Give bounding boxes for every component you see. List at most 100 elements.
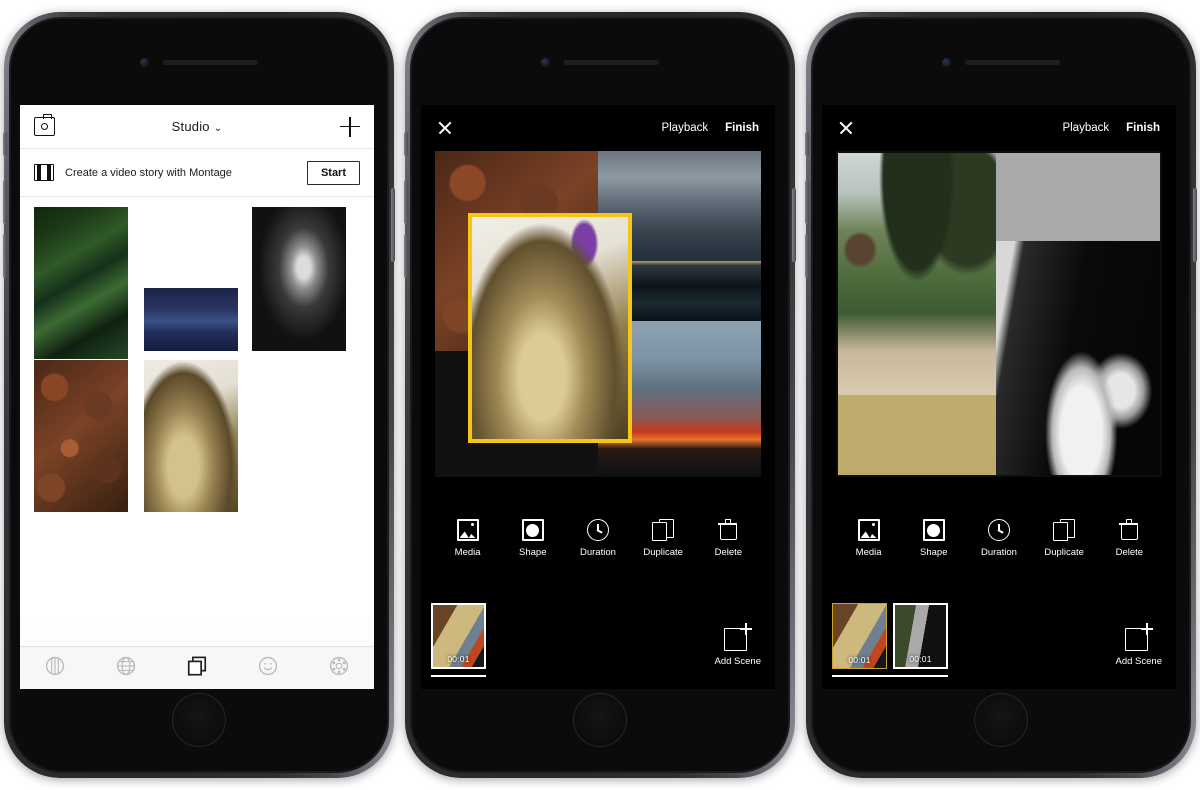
editor-canvas-3[interactable] [836, 151, 1162, 477]
screenshot-stage: Studio ⌄ Create a video story with Montag… [0, 0, 1200, 790]
tool-delete-2[interactable]: Delete [702, 519, 754, 558]
tool-duration-2[interactable]: Duration [572, 519, 624, 558]
volume-down-button-3[interactable] [805, 234, 809, 278]
volume-up-button-3[interactable] [805, 180, 809, 224]
editor-canvas-2[interactable] [435, 151, 761, 477]
sidebar-item-tab-studio[interactable] [186, 655, 208, 682]
scene-list-2: 00:01 [431, 603, 486, 669]
canvas-cell-hummingbird[interactable] [996, 241, 1160, 475]
circle-columns-icon [46, 656, 65, 675]
gallery-item-brown-bark[interactable] [34, 360, 128, 512]
tool-label-media: Media [855, 547, 882, 558]
front-camera-speaker-1 [140, 57, 258, 67]
layers-icon [187, 656, 207, 676]
power-button-1[interactable] [391, 188, 395, 262]
tool-label-duplicate: Duplicate [1044, 547, 1084, 558]
sidebar-item-tab-discover[interactable] [115, 655, 137, 682]
add-scene-label: Add Scene [714, 656, 761, 667]
home-button-2[interactable] [573, 693, 627, 747]
tool-duplicate-3[interactable]: Duplicate [1038, 519, 1090, 558]
volume-down-button-2[interactable] [404, 234, 408, 278]
editor-header-3: Playback Finish [822, 105, 1176, 151]
image-icon [456, 519, 479, 541]
page-title[interactable]: Studio ⌄ [20, 119, 374, 134]
scene-duration-label: 00:01 [447, 654, 470, 664]
tool-duration-3[interactable]: Duration [973, 519, 1025, 558]
power-button-3[interactable] [1193, 188, 1197, 262]
selected-photo-frame[interactable] [468, 213, 632, 443]
silent-switch-3[interactable] [805, 132, 809, 156]
silent-switch-2[interactable] [404, 132, 408, 156]
add-scene-button-2[interactable]: Add Scene [715, 623, 761, 667]
volume-up-button-1[interactable] [3, 180, 7, 224]
scene-underline-3 [832, 675, 948, 677]
tool-media-2[interactable]: Media [442, 519, 494, 558]
smiley-icon [258, 656, 277, 675]
front-camera-icon [541, 57, 550, 67]
add-square-plus-icon [723, 623, 752, 651]
canvas-cell-forest-overlook[interactable] [838, 153, 996, 395]
canvas-cell-gray-block[interactable] [996, 153, 1160, 241]
phone-screen-bezel-2: Playback Finish Media Shape Duration Dup… [410, 17, 790, 773]
image-icon [857, 519, 880, 541]
playback-button[interactable]: Playback [661, 122, 708, 134]
chevron-down-icon: ⌄ [213, 123, 223, 134]
playback-button[interactable]: Playback [1062, 122, 1109, 134]
finish-button[interactable]: Finish [1126, 122, 1160, 134]
studio-header: Studio ⌄ [20, 105, 374, 149]
volume-down-button-1[interactable] [3, 234, 7, 278]
tool-label-duration: Duration [981, 547, 1017, 558]
bottom-tab-bar [20, 646, 374, 689]
sidebar-item-tab-explore[interactable] [328, 655, 350, 682]
editor-header-2: Playback Finish [421, 105, 775, 151]
trash-icon [1118, 519, 1140, 541]
canvas-cell-khaki-block[interactable] [838, 395, 996, 475]
tool-duplicate-2[interactable]: Duplicate [637, 519, 689, 558]
studio-screen: Studio ⌄ Create a video story with Montag… [20, 105, 374, 689]
gallery-item-green-foliage[interactable] [34, 207, 128, 359]
trash-icon [717, 519, 739, 541]
add-scene-label: Add Scene [1115, 656, 1162, 667]
phone-device-3: Playback Finish Media Shape Duration Dup… [805, 12, 1197, 778]
silent-switch-1[interactable] [3, 132, 7, 156]
finish-button[interactable]: Finish [725, 122, 759, 134]
home-button-1[interactable] [172, 693, 226, 747]
editor-toolbar-2: Media Shape Duration Duplicate Delete [421, 519, 775, 558]
scene-thumbnail-1[interactable]: 00:01 [431, 603, 486, 669]
gallery-item-blue-mountain[interactable] [144, 288, 238, 351]
gallery-item-cat-photo[interactable] [144, 360, 238, 512]
close-x-icon[interactable] [838, 120, 854, 136]
gallery-item-bw-portrait[interactable] [252, 207, 346, 351]
editor-screen-2: Playback Finish Media Shape Duration Dup… [421, 105, 775, 689]
editor-timeline-2: 00:01 Add Scene [421, 597, 775, 689]
start-button[interactable]: Start [306, 160, 360, 185]
tool-label-delete: Delete [714, 547, 743, 558]
square-circle-icon [922, 519, 945, 541]
home-button-3[interactable] [974, 693, 1028, 747]
tool-delete-3[interactable]: Delete [1103, 519, 1155, 558]
scene-thumbnail-2[interactable]: 00:01 [893, 603, 948, 669]
add-scene-button-3[interactable]: Add Scene [1116, 623, 1162, 667]
tool-shape-3[interactable]: Shape [908, 519, 960, 558]
power-button-2[interactable] [792, 188, 796, 262]
plus-icon[interactable] [340, 116, 360, 137]
volume-up-button-2[interactable] [404, 180, 408, 224]
add-square-plus-icon [1124, 623, 1153, 651]
studio-gallery [20, 197, 374, 617]
scene-underline-2 [431, 675, 486, 677]
close-x-icon[interactable] [437, 120, 453, 136]
folder-camera-icon[interactable] [34, 114, 55, 136]
earpiece-speaker [965, 59, 1060, 65]
sidebar-item-tab-feed[interactable] [44, 655, 66, 682]
scene-thumbnail-1[interactable]: 00:01 [832, 603, 887, 669]
studio-title-text: Studio [171, 119, 210, 134]
sidebar-item-tab-profile[interactable] [257, 655, 279, 682]
editor-header-actions-2: Playback Finish [661, 122, 759, 134]
tool-shape-2[interactable]: Shape [507, 519, 559, 558]
tool-media-3[interactable]: Media [843, 519, 895, 558]
editor-toolbar-3: Media Shape Duration Duplicate Delete [822, 519, 1176, 558]
phone-device-1: Studio ⌄ Create a video story with Montag… [3, 12, 395, 778]
scene-duration-label: 00:01 [909, 654, 932, 664]
copy-icon [652, 519, 675, 541]
scene-duration-label: 00:01 [848, 655, 871, 665]
